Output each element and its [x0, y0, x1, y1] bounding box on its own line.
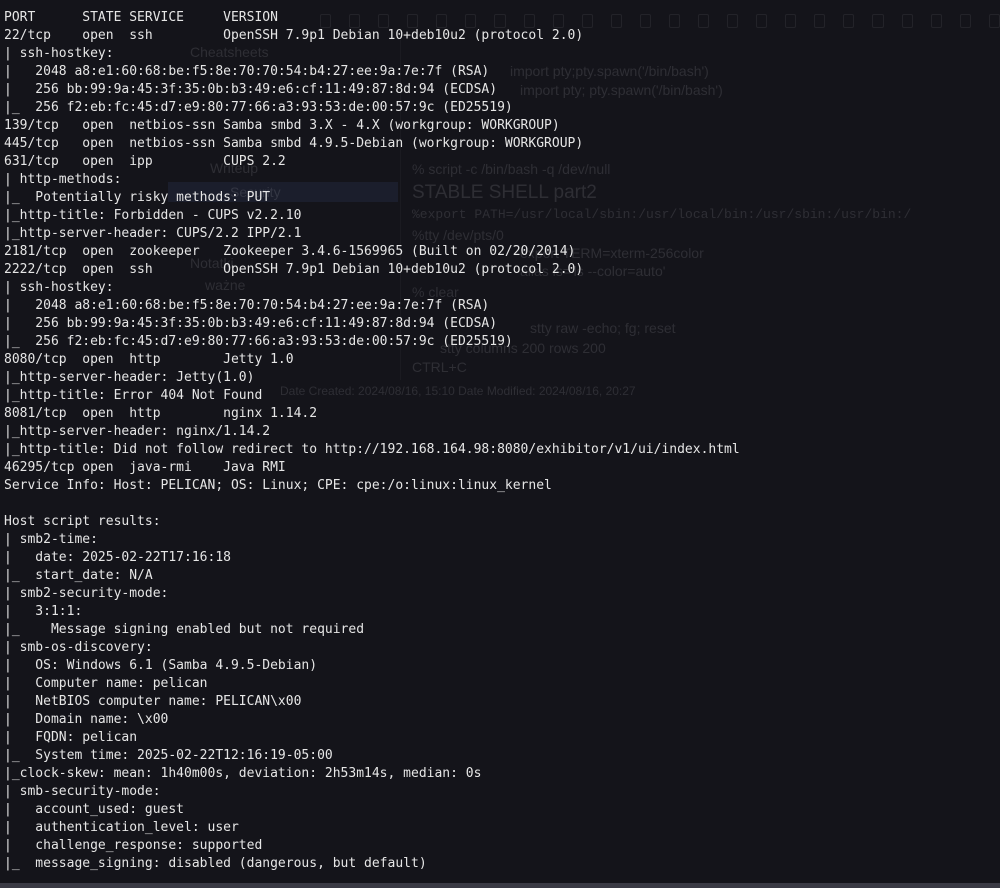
ghost-toolbar-icon [959, 14, 971, 28]
terminal-line: 22/tcp open ssh OpenSSH 7.9p1 Debian 10+… [4, 28, 584, 43]
terminal-line: | NetBIOS computer name: PELICAN\x00 [4, 694, 302, 709]
terminal-line: | smb2-time: [4, 532, 106, 547]
terminal-line: | challenge_response: supported [4, 838, 263, 853]
terminal-line: | account_used: guest [4, 802, 185, 817]
terminal-line: | authentication_level: user [4, 820, 239, 835]
terminal-line: |_ System time: 2025-02-22T12:16:19-05:0… [4, 748, 333, 763]
terminal-line: | smb2-security-mode: [4, 586, 177, 601]
terminal-line: | http-methods: [4, 172, 130, 187]
terminal-line: | Domain name: \x00 [4, 712, 169, 727]
terminal-line: | Computer name: pelican [4, 676, 208, 691]
terminal-line: 8080/tcp open http Jetty 1.0 [4, 352, 294, 367]
terminal-line: |_ Potentially risky methods: PUT [4, 190, 271, 205]
terminal-line: |_ Message signing enabled but not requi… [4, 622, 365, 637]
terminal-line: | 2048 a8:e1:60:68:be:f5:8e:70:70:54:b4:… [4, 298, 490, 313]
terminal-line: Service Info: Host: PELICAN; OS: Linux; … [4, 478, 552, 493]
terminal-line: |_http-title: Did not follow redirect to… [4, 442, 740, 457]
terminal-line: |_http-title: Error 404 Not Found [4, 388, 263, 403]
ghost-toolbar-icon [872, 14, 884, 28]
terminal-line: 2181/tcp open zookeeper Zookeeper 3.4.6-… [4, 244, 576, 259]
terminal-line: 46295/tcp open java-rmi Java RMI [4, 460, 286, 475]
terminal-line: | smb-security-mode: [4, 784, 169, 799]
ghost-toolbar-icon [785, 14, 797, 28]
terminal-line: |_http-server-header: CUPS/2.2 IPP/2.1 [4, 226, 302, 241]
terminal-line: | OS: Windows 6.1 (Samba 4.9.5-Debian) [4, 658, 318, 673]
terminal-line: 139/tcp open netbios-ssn Samba smbd 3.X … [4, 118, 560, 133]
ghost-toolbar-icon [988, 14, 1000, 28]
terminal-line: | 3:1:1: [4, 604, 91, 619]
terminal-line: | ssh-hostkey: [4, 280, 122, 295]
terminal-line: | ssh-hostkey: [4, 46, 122, 61]
terminal-line: Host script results: [4, 514, 161, 529]
ghost-toolbar-icon [843, 14, 855, 28]
terminal-line: |_ start_date: N/A [4, 568, 153, 583]
ghost-toolbar-icon [901, 14, 913, 28]
terminal-line: | smb-os-discovery: [4, 640, 161, 655]
terminal-line: |_ 256 f2:eb:fc:45:d7:e9:80:77:66:a3:93:… [4, 100, 513, 115]
ghost-toolbar-icon [930, 14, 942, 28]
terminal-line: |_http-title: Forbidden - CUPS v2.2.10 [4, 208, 302, 223]
terminal-line: 2222/tcp open ssh OpenSSH 7.9p1 Debian 1… [4, 262, 584, 277]
terminal-line: | 2048 a8:e1:60:68:be:f5:8e:70:70:54:b4:… [4, 64, 490, 79]
terminal-line: PORT STATE SERVICE VERSION [4, 10, 278, 25]
terminal-line: 8081/tcp open http nginx 1.14.2 [4, 406, 318, 421]
terminal-output[interactable]: PORT STATE SERVICE VERSION 22/tcp open ss… [4, 9, 740, 873]
terminal-line: | date: 2025-02-22T17:16:18 [4, 550, 231, 565]
ghost-toolbar-icon [756, 14, 768, 28]
terminal-line: |_http-server-header: Jetty(1.0) [4, 370, 255, 385]
terminal-line: 445/tcp open netbios-ssn Samba smbd 4.9.… [4, 136, 584, 151]
terminal-line: | 256 bb:99:9a:45:3f:35:0b:b3:49:e6:cf:1… [4, 316, 498, 331]
window-bottom-border [0, 883, 1000, 888]
terminal-line: |_ message_signing: disabled (dangerous,… [4, 856, 427, 871]
terminal-line: | 256 bb:99:9a:45:3f:35:0b:b3:49:e6:cf:1… [4, 82, 498, 97]
ghost-toolbar-icon [814, 14, 826, 28]
terminal-line: |_clock-skew: mean: 1h40m00s, deviation:… [4, 766, 482, 781]
terminal-line: | FQDN: pelican [4, 730, 138, 745]
terminal-line: |_ 256 f2:eb:fc:45:d7:e9:80:77:66:a3:93:… [4, 334, 513, 349]
terminal-window[interactable]: Cheatsheets Writeup Security Notatki waż… [0, 0, 1000, 888]
terminal-line: 631/tcp open ipp CUPS 2.2 [4, 154, 286, 169]
terminal-line: |_http-server-header: nginx/1.14.2 [4, 424, 271, 439]
